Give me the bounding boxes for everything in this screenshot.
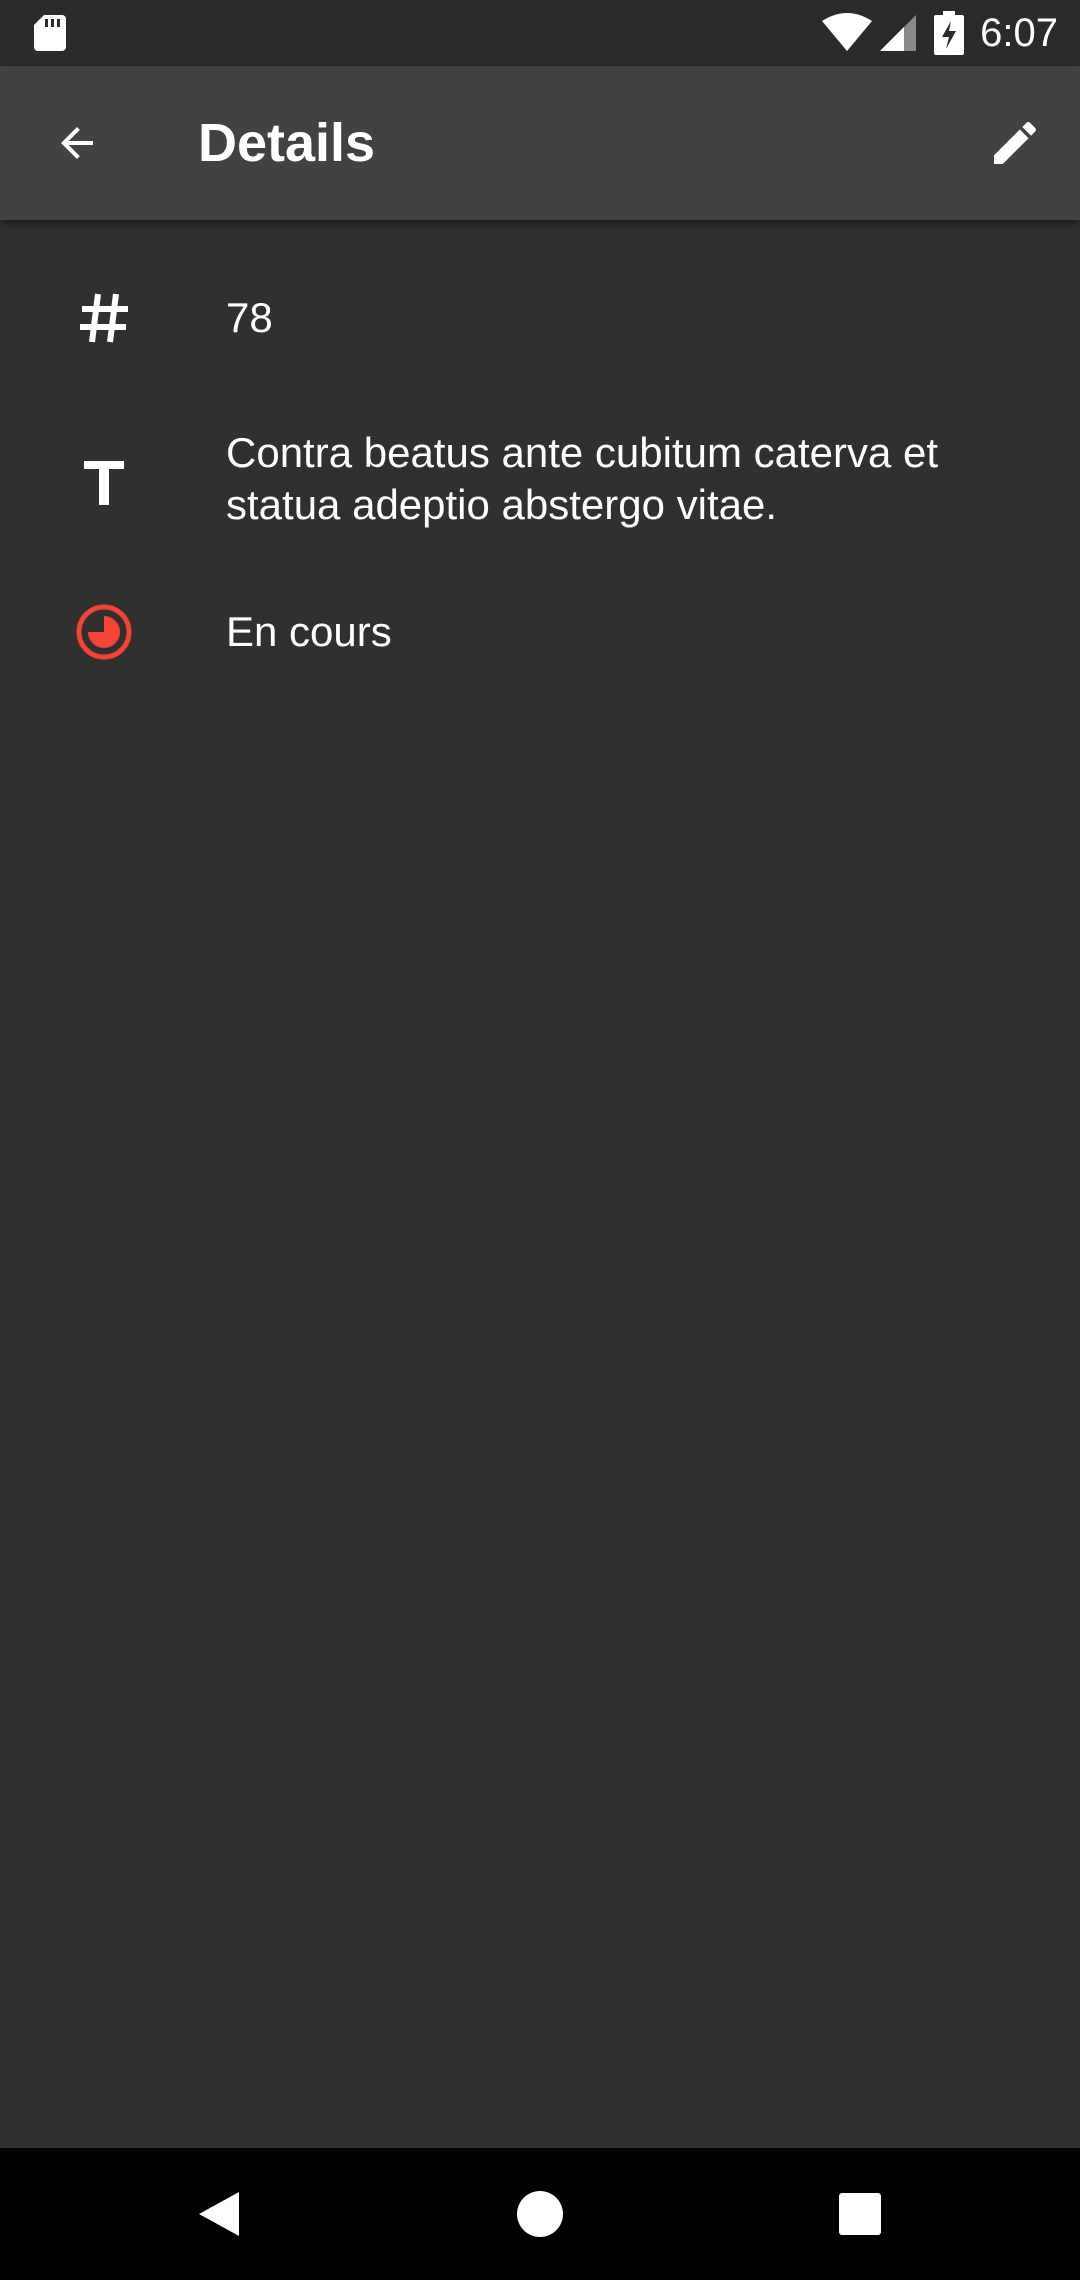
edit-button[interactable] [974, 102, 1056, 184]
back-button[interactable] [36, 102, 118, 184]
navigation-bar [0, 2148, 1080, 2280]
arrow-back-icon [61, 127, 93, 159]
details-screen: 6:07 Details 78 Contra beatus ante cubit… [0, 0, 1080, 2280]
status-time: 6:07 [980, 11, 1058, 55]
detail-number: 78 [226, 294, 273, 341]
cell-signal-icon [880, 15, 917, 51]
status-icons: 6:07 [822, 8, 1058, 58]
pencil-icon [994, 121, 1037, 164]
hash-icon [72, 286, 136, 350]
page-title: Details [198, 113, 376, 173]
nav-home-icon [517, 2191, 563, 2237]
detail-status: En cours [226, 608, 392, 655]
nav-back-icon [199, 2192, 239, 2236]
app-bar: Details [0, 66, 1080, 220]
battery-charging-icon [934, 11, 965, 55]
nav-recents-icon [839, 2193, 881, 2235]
detail-description: Contra beatus ante cubitum caterva et st… [226, 429, 939, 528]
nav-recents-button[interactable] [824, 2178, 896, 2250]
nav-back-button[interactable] [184, 2178, 256, 2250]
progress-status-icon [72, 600, 136, 664]
sd-card-icon [34, 15, 66, 51]
nav-home-button[interactable] [504, 2178, 576, 2250]
text-icon [72, 451, 136, 515]
wifi-icon [822, 13, 873, 51]
status-bar: 6:07 [0, 0, 1080, 66]
